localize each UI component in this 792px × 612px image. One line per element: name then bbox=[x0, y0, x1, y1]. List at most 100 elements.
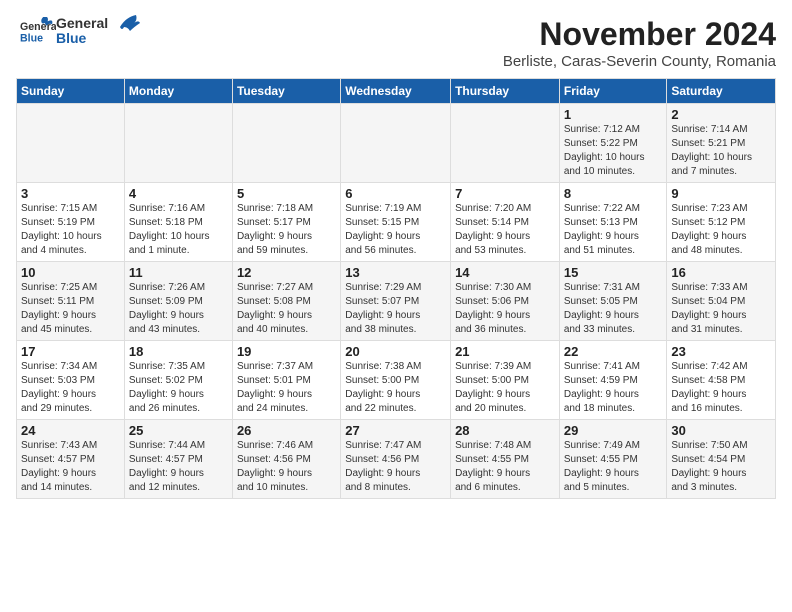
day-header-saturday: Saturday bbox=[667, 79, 776, 104]
calendar-cell: 2Sunrise: 7:14 AM Sunset: 5:21 PM Daylig… bbox=[667, 104, 776, 183]
day-number: 5 bbox=[237, 186, 336, 201]
day-info: Sunrise: 7:41 AM Sunset: 4:59 PM Dayligh… bbox=[564, 360, 663, 416]
calendar-cell: 26Sunrise: 7:46 AM Sunset: 4:56 PM Dayli… bbox=[232, 420, 340, 499]
calendar-cell: 3Sunrise: 7:15 AM Sunset: 5:19 PM Daylig… bbox=[17, 183, 125, 262]
day-number: 26 bbox=[237, 423, 336, 438]
day-number: 19 bbox=[237, 344, 336, 359]
day-number: 9 bbox=[671, 186, 771, 201]
logo-general: General bbox=[56, 16, 108, 31]
calendar-week-row: 3Sunrise: 7:15 AM Sunset: 5:19 PM Daylig… bbox=[17, 183, 776, 262]
calendar-cell: 5Sunrise: 7:18 AM Sunset: 5:17 PM Daylig… bbox=[232, 183, 340, 262]
day-number: 6 bbox=[345, 186, 446, 201]
day-number: 24 bbox=[21, 423, 120, 438]
calendar-cell: 6Sunrise: 7:19 AM Sunset: 5:15 PM Daylig… bbox=[341, 183, 451, 262]
calendar-cell: 13Sunrise: 7:29 AM Sunset: 5:07 PM Dayli… bbox=[341, 262, 451, 341]
logo: General Blue General Blue bbox=[16, 16, 140, 47]
day-number: 27 bbox=[345, 423, 446, 438]
day-header-monday: Monday bbox=[124, 79, 232, 104]
day-info: Sunrise: 7:29 AM Sunset: 5:07 PM Dayligh… bbox=[345, 281, 446, 337]
day-number: 30 bbox=[671, 423, 771, 438]
calendar-cell: 1Sunrise: 7:12 AM Sunset: 5:22 PM Daylig… bbox=[559, 104, 667, 183]
calendar-cell: 28Sunrise: 7:48 AM Sunset: 4:55 PM Dayli… bbox=[451, 420, 560, 499]
day-info: Sunrise: 7:27 AM Sunset: 5:08 PM Dayligh… bbox=[237, 281, 336, 337]
calendar-cell: 20Sunrise: 7:38 AM Sunset: 5:00 PM Dayli… bbox=[341, 341, 451, 420]
day-number: 12 bbox=[237, 265, 336, 280]
day-info: Sunrise: 7:43 AM Sunset: 4:57 PM Dayligh… bbox=[21, 439, 120, 495]
header: General Blue General Blue November 2024 … bbox=[16, 16, 776, 70]
day-number: 7 bbox=[455, 186, 555, 201]
day-info: Sunrise: 7:14 AM Sunset: 5:21 PM Dayligh… bbox=[671, 123, 771, 179]
day-number: 25 bbox=[129, 423, 228, 438]
logo-blue: Blue bbox=[56, 31, 108, 46]
day-number: 2 bbox=[671, 107, 771, 122]
day-info: Sunrise: 7:20 AM Sunset: 5:14 PM Dayligh… bbox=[455, 202, 555, 258]
day-info: Sunrise: 7:47 AM Sunset: 4:56 PM Dayligh… bbox=[345, 439, 446, 495]
day-header-friday: Friday bbox=[559, 79, 667, 104]
day-header-sunday: Sunday bbox=[17, 79, 125, 104]
calendar-cell bbox=[17, 104, 125, 183]
day-number: 13 bbox=[345, 265, 446, 280]
day-info: Sunrise: 7:39 AM Sunset: 5:00 PM Dayligh… bbox=[455, 360, 555, 416]
calendar-cell: 21Sunrise: 7:39 AM Sunset: 5:00 PM Dayli… bbox=[451, 341, 560, 420]
day-info: Sunrise: 7:49 AM Sunset: 4:55 PM Dayligh… bbox=[564, 439, 663, 495]
calendar-cell bbox=[232, 104, 340, 183]
day-number: 15 bbox=[564, 265, 663, 280]
day-info: Sunrise: 7:15 AM Sunset: 5:19 PM Dayligh… bbox=[21, 202, 120, 258]
calendar-cell: 17Sunrise: 7:34 AM Sunset: 5:03 PM Dayli… bbox=[17, 341, 125, 420]
location-subtitle: Berliste, Caras-Severin County, Romania bbox=[503, 53, 776, 70]
calendar-cell: 24Sunrise: 7:43 AM Sunset: 4:57 PM Dayli… bbox=[17, 420, 125, 499]
bird-icon bbox=[110, 13, 140, 39]
day-info: Sunrise: 7:19 AM Sunset: 5:15 PM Dayligh… bbox=[345, 202, 446, 258]
calendar-header-row: SundayMondayTuesdayWednesdayThursdayFrid… bbox=[17, 79, 776, 104]
calendar-cell: 27Sunrise: 7:47 AM Sunset: 4:56 PM Dayli… bbox=[341, 420, 451, 499]
day-info: Sunrise: 7:35 AM Sunset: 5:02 PM Dayligh… bbox=[129, 360, 228, 416]
day-number: 4 bbox=[129, 186, 228, 201]
title-block: November 2024 Berliste, Caras-Severin Co… bbox=[503, 16, 776, 70]
calendar-cell: 14Sunrise: 7:30 AM Sunset: 5:06 PM Dayli… bbox=[451, 262, 560, 341]
day-info: Sunrise: 7:26 AM Sunset: 5:09 PM Dayligh… bbox=[129, 281, 228, 337]
day-header-thursday: Thursday bbox=[451, 79, 560, 104]
day-number: 18 bbox=[129, 344, 228, 359]
month-title: November 2024 bbox=[503, 16, 776, 53]
calendar-cell: 15Sunrise: 7:31 AM Sunset: 5:05 PM Dayli… bbox=[559, 262, 667, 341]
day-info: Sunrise: 7:50 AM Sunset: 4:54 PM Dayligh… bbox=[671, 439, 771, 495]
calendar-week-row: 24Sunrise: 7:43 AM Sunset: 4:57 PM Dayli… bbox=[17, 420, 776, 499]
day-number: 28 bbox=[455, 423, 555, 438]
day-number: 16 bbox=[671, 265, 771, 280]
logo-icon: General Blue bbox=[20, 17, 56, 45]
day-number: 8 bbox=[564, 186, 663, 201]
day-number: 21 bbox=[455, 344, 555, 359]
day-number: 20 bbox=[345, 344, 446, 359]
day-info: Sunrise: 7:18 AM Sunset: 5:17 PM Dayligh… bbox=[237, 202, 336, 258]
day-info: Sunrise: 7:22 AM Sunset: 5:13 PM Dayligh… bbox=[564, 202, 663, 258]
calendar-cell: 9Sunrise: 7:23 AM Sunset: 5:12 PM Daylig… bbox=[667, 183, 776, 262]
day-info: Sunrise: 7:30 AM Sunset: 5:06 PM Dayligh… bbox=[455, 281, 555, 337]
day-info: Sunrise: 7:25 AM Sunset: 5:11 PM Dayligh… bbox=[21, 281, 120, 337]
day-info: Sunrise: 7:44 AM Sunset: 4:57 PM Dayligh… bbox=[129, 439, 228, 495]
calendar-cell: 29Sunrise: 7:49 AM Sunset: 4:55 PM Dayli… bbox=[559, 420, 667, 499]
day-number: 14 bbox=[455, 265, 555, 280]
calendar-cell: 4Sunrise: 7:16 AM Sunset: 5:18 PM Daylig… bbox=[124, 183, 232, 262]
day-number: 17 bbox=[21, 344, 120, 359]
calendar-week-row: 1Sunrise: 7:12 AM Sunset: 5:22 PM Daylig… bbox=[17, 104, 776, 183]
day-info: Sunrise: 7:46 AM Sunset: 4:56 PM Dayligh… bbox=[237, 439, 336, 495]
day-number: 23 bbox=[671, 344, 771, 359]
svg-text:Blue: Blue bbox=[20, 33, 43, 45]
day-info: Sunrise: 7:33 AM Sunset: 5:04 PM Dayligh… bbox=[671, 281, 771, 337]
calendar-cell: 25Sunrise: 7:44 AM Sunset: 4:57 PM Dayli… bbox=[124, 420, 232, 499]
day-info: Sunrise: 7:16 AM Sunset: 5:18 PM Dayligh… bbox=[129, 202, 228, 258]
day-info: Sunrise: 7:42 AM Sunset: 4:58 PM Dayligh… bbox=[671, 360, 771, 416]
calendar-cell: 16Sunrise: 7:33 AM Sunset: 5:04 PM Dayli… bbox=[667, 262, 776, 341]
day-number: 10 bbox=[21, 265, 120, 280]
calendar-week-row: 10Sunrise: 7:25 AM Sunset: 5:11 PM Dayli… bbox=[17, 262, 776, 341]
day-info: Sunrise: 7:23 AM Sunset: 5:12 PM Dayligh… bbox=[671, 202, 771, 258]
day-header-tuesday: Tuesday bbox=[232, 79, 340, 104]
calendar-cell: 30Sunrise: 7:50 AM Sunset: 4:54 PM Dayli… bbox=[667, 420, 776, 499]
calendar-week-row: 17Sunrise: 7:34 AM Sunset: 5:03 PM Dayli… bbox=[17, 341, 776, 420]
calendar-cell: 23Sunrise: 7:42 AM Sunset: 4:58 PM Dayli… bbox=[667, 341, 776, 420]
day-number: 11 bbox=[129, 265, 228, 280]
day-number: 3 bbox=[21, 186, 120, 201]
day-info: Sunrise: 7:38 AM Sunset: 5:00 PM Dayligh… bbox=[345, 360, 446, 416]
day-info: Sunrise: 7:48 AM Sunset: 4:55 PM Dayligh… bbox=[455, 439, 555, 495]
day-info: Sunrise: 7:12 AM Sunset: 5:22 PM Dayligh… bbox=[564, 123, 663, 179]
